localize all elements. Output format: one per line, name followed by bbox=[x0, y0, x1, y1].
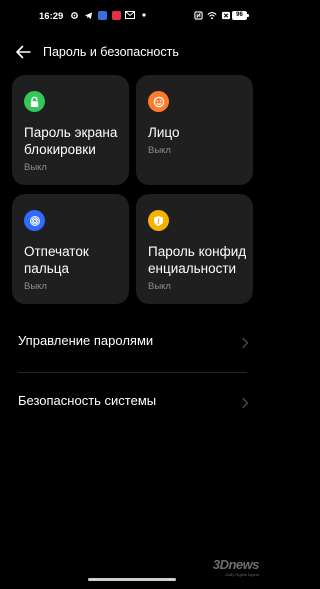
card-status: Выкл bbox=[148, 145, 171, 156]
watermark-logo: 3Dnews Daily Digital Digest bbox=[209, 557, 260, 577]
nfc-icon bbox=[193, 10, 203, 20]
card-fingerprint[interactable]: Отпечаток пальца Выкл bbox=[12, 194, 129, 304]
sim-icon bbox=[221, 10, 231, 20]
status-time: 16:29 bbox=[39, 11, 64, 22]
divider bbox=[18, 372, 247, 373]
notification-icons bbox=[69, 10, 149, 20]
watermark-brand: 3Dnews bbox=[212, 557, 260, 572]
card-label: Пароль конфид енциальности bbox=[148, 244, 247, 276]
app-red-icon bbox=[111, 10, 121, 20]
row-password-management[interactable]: Управление паролями bbox=[0, 322, 265, 362]
card-label: Лицо bbox=[148, 125, 180, 140]
card-status: Выкл bbox=[148, 281, 171, 292]
home-indicator[interactable] bbox=[88, 578, 176, 581]
card-status: Выкл bbox=[24, 281, 47, 292]
card-privacy-password[interactable]: Пароль конфид енциальности Выкл bbox=[136, 194, 253, 304]
card-status: Выкл bbox=[24, 162, 47, 173]
vk-icon bbox=[97, 10, 107, 20]
row-label: Управление паролями bbox=[18, 333, 154, 348]
battery-icon: 96 bbox=[232, 11, 249, 20]
fingerprint-icon bbox=[24, 210, 45, 231]
page-title: Пароль и безопасность bbox=[43, 45, 179, 59]
status-bar: 16:29 96 bbox=[0, 10, 265, 26]
shield-icon bbox=[148, 210, 169, 231]
dot-icon bbox=[139, 10, 149, 20]
chevron-right-icon bbox=[241, 396, 249, 409]
header: Пароль и безопасность bbox=[0, 40, 265, 64]
back-arrow-icon[interactable] bbox=[14, 44, 32, 60]
gmail-icon bbox=[125, 10, 135, 20]
watermark-tagline: Daily Digital Digest bbox=[225, 572, 259, 577]
card-label: Отпечаток пальца bbox=[24, 244, 89, 276]
face-icon bbox=[148, 91, 169, 112]
card-lock-screen-password[interactable]: Пароль экрана блокировки Выкл bbox=[12, 75, 129, 185]
row-system-security[interactable]: Безопасность системы bbox=[0, 382, 265, 422]
wifi-icon bbox=[207, 10, 217, 20]
telegram-icon bbox=[83, 10, 93, 20]
card-face[interactable]: Лицо Выкл bbox=[136, 75, 253, 185]
system-icons bbox=[193, 10, 231, 20]
lock-icon bbox=[24, 91, 45, 112]
gear-icon bbox=[69, 10, 79, 20]
chevron-right-icon bbox=[241, 336, 249, 349]
row-label: Безопасность системы bbox=[18, 393, 157, 408]
card-label: Пароль экрана блокировки bbox=[24, 125, 118, 157]
